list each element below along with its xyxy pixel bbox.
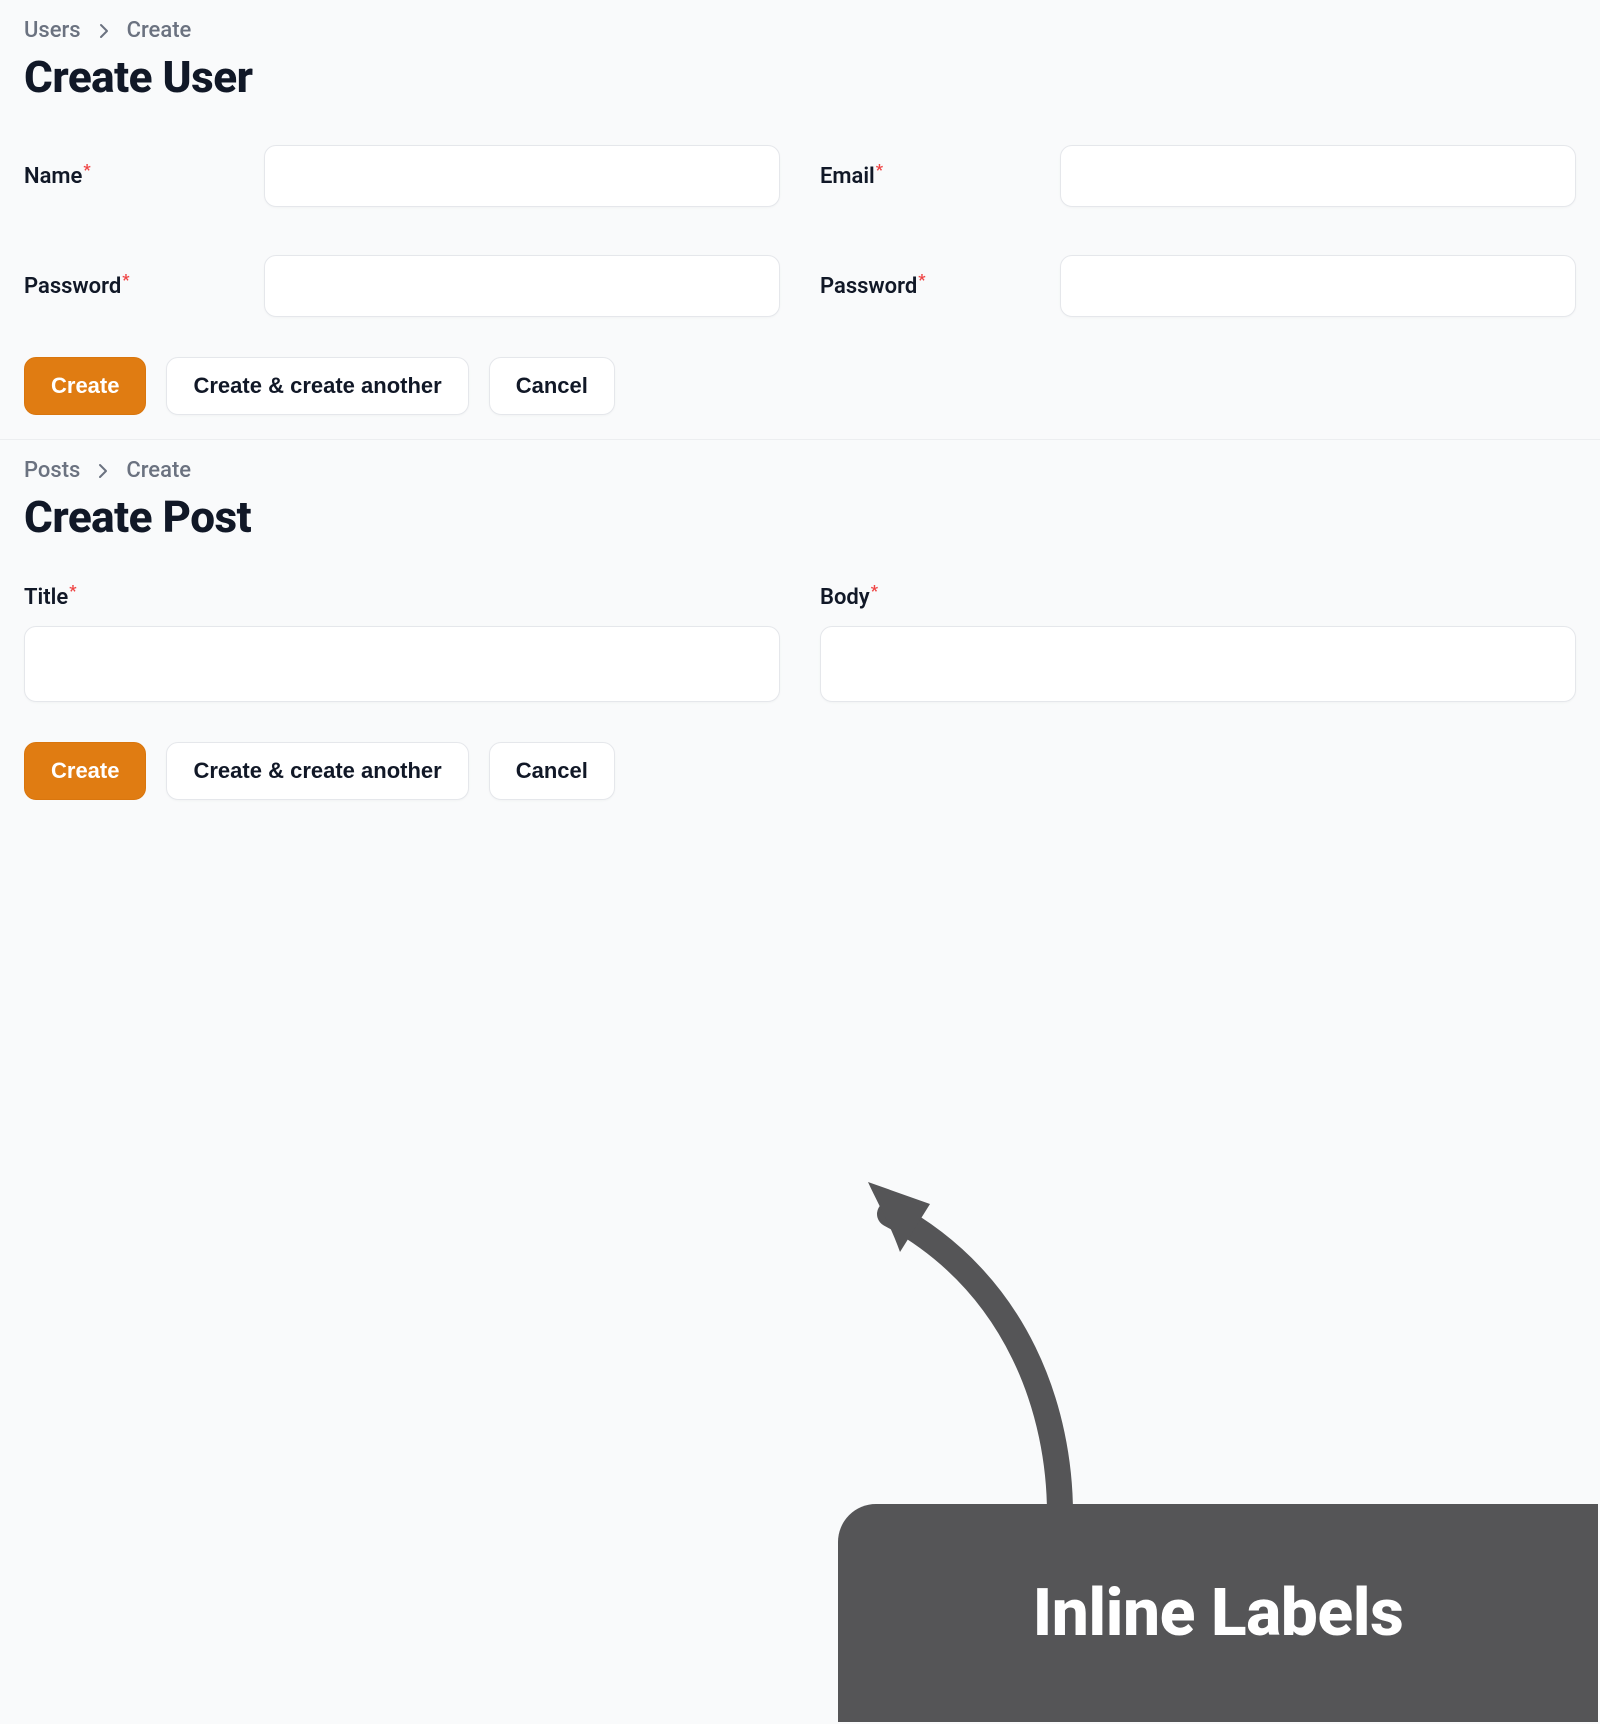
field-password: Password* — [24, 255, 780, 317]
breadcrumb-root[interactable]: Users — [24, 18, 81, 43]
email-input[interactable] — [1060, 145, 1576, 207]
label-email: Email* — [820, 164, 1060, 189]
breadcrumb-leaf: Create — [126, 458, 191, 483]
password-confirm-input[interactable] — [1060, 255, 1576, 317]
create-user-form: Name* Email* Password* Password* — [24, 145, 1576, 317]
required-asterisk-icon: * — [871, 581, 878, 600]
page-title: Create Post — [24, 491, 1576, 543]
required-asterisk-icon: * — [918, 270, 925, 289]
label-body: Body* — [820, 585, 1576, 610]
create-button[interactable]: Create — [24, 357, 146, 415]
breadcrumb-leaf: Create — [127, 18, 192, 43]
form-actions: Create Create & create another Cancel — [24, 742, 1576, 800]
title-input[interactable] — [24, 626, 780, 702]
field-name: Name* — [24, 145, 780, 207]
required-asterisk-icon: * — [69, 581, 76, 600]
breadcrumb: Users Create — [24, 18, 1576, 43]
label-password: Password* — [24, 274, 264, 299]
field-email: Email* — [820, 145, 1576, 207]
create-post-section: Posts Create Create Post Title* Body* Cr… — [0, 439, 1600, 824]
annotation-callout: Inline Labels — [838, 1504, 1598, 1722]
page-title: Create User — [24, 51, 1576, 103]
label-name: Name* — [24, 164, 264, 189]
create-and-another-button[interactable]: Create & create another — [166, 357, 468, 415]
field-password-confirm: Password* — [820, 255, 1576, 317]
required-asterisk-icon: * — [122, 270, 129, 289]
create-post-form: Title* Body* — [24, 585, 1576, 702]
field-title: Title* — [24, 585, 780, 702]
cancel-button[interactable]: Cancel — [489, 742, 615, 800]
annotation-label: Inline Labels — [1033, 1575, 1404, 1652]
chevron-right-icon — [98, 463, 108, 479]
form-actions: Create Create & create another Cancel — [24, 357, 1576, 415]
password-input[interactable] — [264, 255, 780, 317]
label-title: Title* — [24, 585, 780, 610]
field-body: Body* — [820, 585, 1576, 702]
annotation-arrow-icon — [860, 1164, 1100, 1538]
body-input[interactable] — [820, 626, 1576, 702]
create-button[interactable]: Create — [24, 742, 146, 800]
name-input[interactable] — [264, 145, 780, 207]
create-and-another-button[interactable]: Create & create another — [166, 742, 468, 800]
chevron-right-icon — [99, 23, 109, 39]
breadcrumb-root[interactable]: Posts — [24, 458, 80, 483]
label-password-confirm: Password* — [820, 274, 1060, 299]
cancel-button[interactable]: Cancel — [489, 357, 615, 415]
required-asterisk-icon: * — [876, 160, 883, 179]
required-asterisk-icon: * — [83, 160, 90, 179]
create-user-section: Users Create Create User Name* Email* Pa… — [0, 0, 1600, 439]
breadcrumb: Posts Create — [24, 458, 1576, 483]
